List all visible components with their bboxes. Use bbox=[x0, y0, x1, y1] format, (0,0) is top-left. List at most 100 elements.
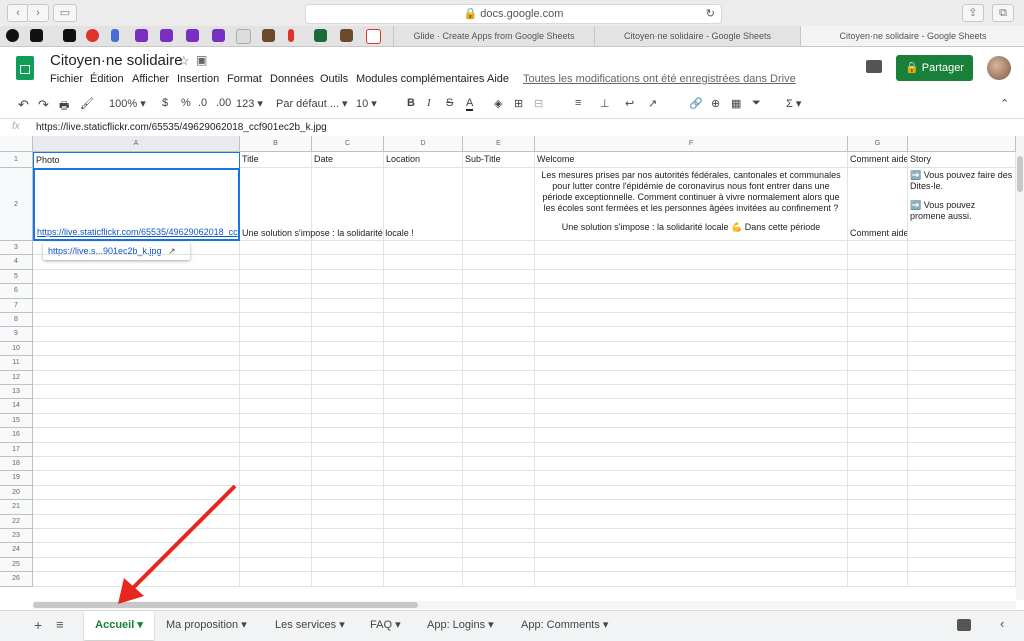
reload-icon[interactable]: ↻ bbox=[706, 5, 715, 23]
table-cell[interactable] bbox=[463, 327, 535, 342]
bookmark-icon[interactable] bbox=[314, 29, 327, 42]
table-cell[interactable] bbox=[240, 413, 312, 429]
photo-url[interactable]: https://live.staticflickr.com/65535/4962… bbox=[37, 227, 238, 237]
bookmark-icon[interactable] bbox=[212, 29, 225, 42]
table-cell[interactable] bbox=[848, 284, 908, 299]
tab-faq[interactable]: FAQ ▾ bbox=[370, 611, 401, 640]
table-cell[interactable] bbox=[312, 529, 384, 544]
table-cell[interactable] bbox=[312, 241, 384, 256]
table-cell[interactable] bbox=[312, 413, 384, 429]
table-cell[interactable] bbox=[908, 241, 1016, 256]
table-cell[interactable] bbox=[535, 313, 848, 328]
menu-insertion[interactable]: Insertion bbox=[177, 73, 219, 85]
table-cell[interactable] bbox=[463, 428, 535, 443]
table-cell[interactable] bbox=[463, 442, 535, 457]
table-cell[interactable] bbox=[33, 241, 240, 256]
row-header[interactable]: 26 bbox=[0, 572, 33, 587]
bookmark-icon[interactable] bbox=[30, 29, 43, 42]
fill-color-icon[interactable]: ◈ bbox=[494, 97, 502, 110]
column-header-h[interactable] bbox=[908, 136, 1016, 152]
table-cell[interactable] bbox=[33, 255, 240, 270]
row-header[interactable]: 12 bbox=[0, 370, 33, 385]
table-cell[interactable] bbox=[848, 399, 908, 414]
table-cell[interactable] bbox=[908, 413, 1016, 429]
text-wrap-icon[interactable]: ↩ bbox=[625, 97, 634, 110]
table-cell[interactable] bbox=[240, 428, 312, 443]
table-cell[interactable] bbox=[33, 413, 240, 429]
menu-afficher[interactable]: Afficher bbox=[132, 73, 169, 85]
browser-tab[interactable]: Glide · Create Apps from Google Sheets bbox=[393, 26, 594, 46]
bookmark-icon[interactable] bbox=[366, 29, 381, 44]
borders-icon[interactable]: ⊞ bbox=[514, 97, 523, 110]
table-cell[interactable] bbox=[848, 543, 908, 558]
table-cell[interactable] bbox=[384, 269, 463, 285]
table-cell[interactable] bbox=[312, 500, 384, 515]
table-cell[interactable] bbox=[312, 399, 384, 414]
table-cell[interactable] bbox=[33, 327, 240, 342]
bookmark-icon[interactable] bbox=[186, 29, 199, 42]
zoom-select[interactable]: 100% ▾ bbox=[109, 97, 146, 110]
table-cell[interactable] bbox=[384, 241, 463, 256]
more-formats[interactable]: 123 ▾ bbox=[236, 97, 263, 110]
table-cell[interactable] bbox=[240, 370, 312, 385]
table-cell[interactable] bbox=[33, 385, 240, 400]
table-cell[interactable] bbox=[33, 341, 240, 357]
bookmark-icon[interactable] bbox=[160, 29, 173, 42]
menu-aide[interactable]: Aide bbox=[487, 73, 509, 85]
table-cell[interactable] bbox=[535, 385, 848, 400]
table-cell[interactable] bbox=[463, 399, 535, 414]
table-cell[interactable] bbox=[240, 399, 312, 414]
column-header-d[interactable]: D bbox=[384, 136, 463, 152]
table-cell[interactable] bbox=[240, 442, 312, 457]
table-cell[interactable] bbox=[908, 485, 1016, 501]
table-cell[interactable] bbox=[384, 457, 463, 472]
row-header[interactable]: 8 bbox=[0, 313, 33, 328]
column-header-c[interactable]: C bbox=[312, 136, 384, 152]
save-status[interactable]: Toutes les modifications ont été enregis… bbox=[523, 73, 796, 85]
table-cell[interactable] bbox=[848, 356, 908, 371]
cell-d1[interactable]: Location bbox=[384, 152, 463, 168]
strikethrough-icon[interactable]: S bbox=[446, 97, 453, 109]
table-cell[interactable] bbox=[908, 399, 1016, 414]
text-color-icon[interactable]: A bbox=[466, 97, 474, 111]
bold-icon[interactable]: B bbox=[407, 97, 415, 109]
table-cell[interactable] bbox=[463, 529, 535, 544]
cell-h2[interactable]: ➡️ Vous pouvez faire des Dites-le. ➡️ Vo… bbox=[908, 168, 1016, 241]
table-cell[interactable] bbox=[908, 529, 1016, 544]
table-cell[interactable] bbox=[463, 341, 535, 357]
table-cell[interactable] bbox=[240, 255, 312, 270]
comments-icon[interactable] bbox=[866, 60, 882, 73]
column-header-e[interactable]: E bbox=[463, 136, 535, 152]
table-cell[interactable] bbox=[908, 269, 1016, 285]
table-cell[interactable] bbox=[463, 514, 535, 529]
font-select[interactable]: Par défaut ... ▾ bbox=[276, 97, 348, 110]
table-cell[interactable] bbox=[384, 399, 463, 414]
table-cell[interactable] bbox=[463, 269, 535, 285]
bookmark-icon[interactable] bbox=[236, 29, 251, 44]
table-cell[interactable] bbox=[312, 471, 384, 486]
table-cell[interactable] bbox=[312, 543, 384, 558]
table-cell[interactable] bbox=[908, 298, 1016, 313]
table-cell[interactable] bbox=[463, 413, 535, 429]
column-header-g[interactable]: G bbox=[848, 136, 908, 152]
table-cell[interactable] bbox=[535, 241, 848, 256]
row-header[interactable]: 14 bbox=[0, 399, 33, 414]
table-cell[interactable] bbox=[848, 442, 908, 457]
table-cell[interactable] bbox=[908, 557, 1016, 573]
table-cell[interactable] bbox=[33, 442, 240, 457]
comment-icon[interactable]: ⊕ bbox=[711, 97, 720, 110]
row-header[interactable]: 6 bbox=[0, 284, 33, 299]
cell-b1[interactable]: Title bbox=[240, 152, 312, 168]
table-cell[interactable] bbox=[312, 485, 384, 501]
table-cell[interactable] bbox=[312, 284, 384, 299]
column-header-a[interactable]: A bbox=[33, 136, 240, 152]
table-cell[interactable] bbox=[240, 485, 312, 501]
row-header[interactable]: 25 bbox=[0, 557, 33, 573]
table-cell[interactable] bbox=[908, 442, 1016, 457]
table-cell[interactable] bbox=[384, 442, 463, 457]
cell-f1[interactable]: Welcome bbox=[535, 152, 848, 168]
table-cell[interactable] bbox=[463, 385, 535, 400]
row-header[interactable]: 9 bbox=[0, 327, 33, 342]
table-cell[interactable] bbox=[33, 457, 240, 472]
row-header[interactable]: 10 bbox=[0, 341, 33, 357]
